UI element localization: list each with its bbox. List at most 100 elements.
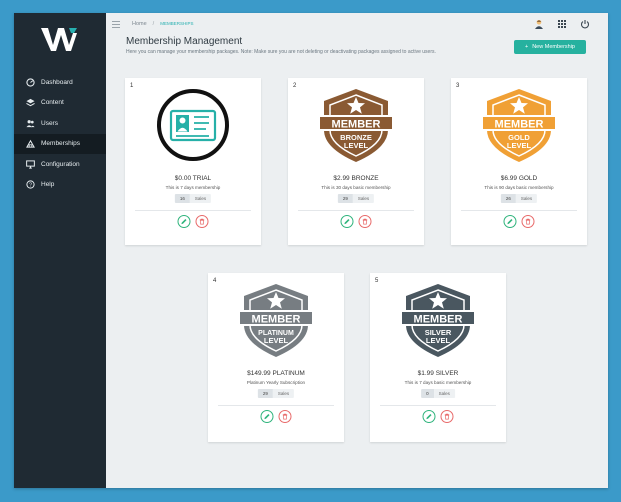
sidebar-item-label: Help	[41, 181, 55, 189]
page-title: Membership Management	[126, 36, 243, 47]
trash-icon	[444, 413, 450, 420]
sidebar-item-label: Configuration	[41, 160, 80, 168]
card-price: $6.99 GOLD	[500, 175, 538, 182]
card-price: $0.00 TRIAL	[174, 175, 212, 182]
sales-counter: 26 Sales	[500, 194, 538, 203]
page-subtitle: Here you can manage your membership pack…	[126, 49, 436, 55]
pencil-icon	[264, 413, 270, 420]
edit-button[interactable]	[177, 215, 191, 228]
membership-card: 1 $0.00 TRIAL This is 7 days membership …	[125, 78, 261, 245]
pencil-icon	[507, 218, 513, 225]
hamburger-menu-icon[interactable]	[112, 21, 120, 28]
card-price: $1.99 SILVER	[417, 370, 459, 377]
card-number: 2	[293, 83, 297, 89]
sales-count: 29	[257, 389, 273, 398]
dashboard-icon	[26, 78, 35, 87]
sales-count: 0	[421, 389, 434, 398]
edit-button[interactable]	[503, 215, 517, 228]
card-description: This is 30 days basic membership	[321, 185, 391, 190]
delete-button[interactable]	[358, 215, 372, 228]
sales-counter: 29 Sales	[337, 194, 375, 203]
sidebar-item-memberships[interactable]: Memberships	[14, 133, 106, 154]
delete-button[interactable]	[521, 215, 535, 228]
sidebar-item-help[interactable]: ? Help	[14, 175, 106, 196]
card-divider	[461, 210, 577, 211]
plus-icon: +	[524, 44, 529, 50]
badge-member-text: MEMBER	[332, 119, 381, 131]
sidebar-item-label: Memberships	[41, 140, 81, 148]
card-price: $149.99 PLATINUM	[247, 370, 305, 377]
user-avatar-icon[interactable]	[534, 19, 544, 29]
brand-logo-icon[interactable]	[41, 25, 77, 53]
card-divider	[218, 405, 334, 406]
delete-button[interactable]	[195, 215, 209, 228]
membership-icon	[26, 140, 35, 148]
sidebar-item-content[interactable]: Content	[14, 93, 106, 114]
edit-button[interactable]	[260, 410, 274, 423]
power-icon[interactable]	[580, 19, 590, 29]
card-description: This is 7 days membership	[165, 185, 221, 190]
badge-level-text: LEVEL	[426, 336, 451, 345]
card-number: 3	[456, 83, 460, 89]
trash-icon	[199, 218, 205, 225]
top-bar: Home / MEMBERSHIPS	[106, 13, 608, 37]
breadcrumb-separator: /	[152, 21, 155, 27]
edit-button[interactable]	[422, 410, 436, 423]
sidebar-nav: Dashboard Content Users Memberships Conf…	[14, 72, 106, 195]
sales-counter: 16 Sales	[174, 194, 212, 203]
apps-grid-icon[interactable]	[557, 19, 567, 29]
breadcrumb-current: MEMBERSHIPS	[160, 21, 194, 26]
sales-label: Sales	[352, 194, 375, 203]
sales-label: Sales	[189, 194, 212, 203]
card-actions	[503, 215, 535, 228]
users-icon	[26, 119, 35, 127]
new-membership-label: New Membership	[532, 44, 575, 50]
membership-card: 5 MEMBER SILVER LEVEL $1.99 SILVER This …	[370, 273, 506, 442]
trash-icon	[525, 218, 531, 225]
sidebar: Dashboard Content Users Memberships Conf…	[14, 13, 106, 488]
sidebar-item-label: Content	[41, 99, 64, 107]
sidebar-item-label: Users	[41, 119, 58, 127]
card-divider	[298, 210, 414, 211]
layers-icon	[26, 99, 35, 107]
member-badge-icon: MEMBER GOLD LEVEL	[481, 89, 557, 162]
pencil-icon	[181, 218, 187, 225]
delete-button[interactable]	[278, 410, 292, 423]
membership-card: 3 MEMBER GOLD LEVEL $6.99 GOLD This is 9…	[451, 78, 587, 245]
card-actions	[177, 215, 209, 228]
delete-button[interactable]	[440, 410, 454, 423]
monitor-icon	[26, 160, 35, 169]
badge-member-text: MEMBER	[414, 314, 463, 326]
badge-level-text: LEVEL	[344, 141, 369, 150]
id-card-icon	[157, 89, 229, 161]
sales-counter: 29 Sales	[257, 389, 295, 398]
card-description: This is 7 days basic membership	[404, 380, 472, 385]
badge-level-text: LEVEL	[507, 141, 532, 150]
card-actions	[340, 215, 372, 228]
sidebar-item-configuration[interactable]: Configuration	[14, 154, 106, 175]
card-divider	[135, 210, 251, 211]
card-number: 4	[213, 278, 217, 284]
sales-counter: 0 Sales	[421, 389, 455, 398]
sidebar-item-users[interactable]: Users	[14, 113, 106, 134]
sales-count: 26	[500, 194, 516, 203]
card-description: This is 90 days basic membership	[484, 185, 554, 190]
badge-member-text: MEMBER	[252, 314, 301, 326]
sidebar-item-dashboard[interactable]: Dashboard	[14, 72, 106, 93]
card-price: $2.99 BRONZE	[333, 175, 379, 182]
top-icons	[534, 19, 590, 29]
sales-count: 29	[337, 194, 353, 203]
sales-count: 16	[174, 194, 190, 203]
breadcrumb-home[interactable]: Home	[132, 21, 147, 27]
card-description: Platinum Yearly Subscription	[246, 380, 306, 385]
card-divider	[380, 405, 496, 406]
svg-text:?: ?	[29, 183, 32, 189]
new-membership-button[interactable]: + New Membership	[514, 40, 586, 54]
membership-card: 4 MEMBER PLATINUM LEVEL $149.99 PLATINUM…	[208, 273, 344, 442]
sidebar-item-label: Dashboard	[41, 78, 73, 86]
pencil-icon	[344, 218, 350, 225]
help-icon: ?	[26, 180, 35, 189]
sales-label: Sales	[433, 389, 455, 398]
sales-label: Sales	[515, 194, 538, 203]
edit-button[interactable]	[340, 215, 354, 228]
